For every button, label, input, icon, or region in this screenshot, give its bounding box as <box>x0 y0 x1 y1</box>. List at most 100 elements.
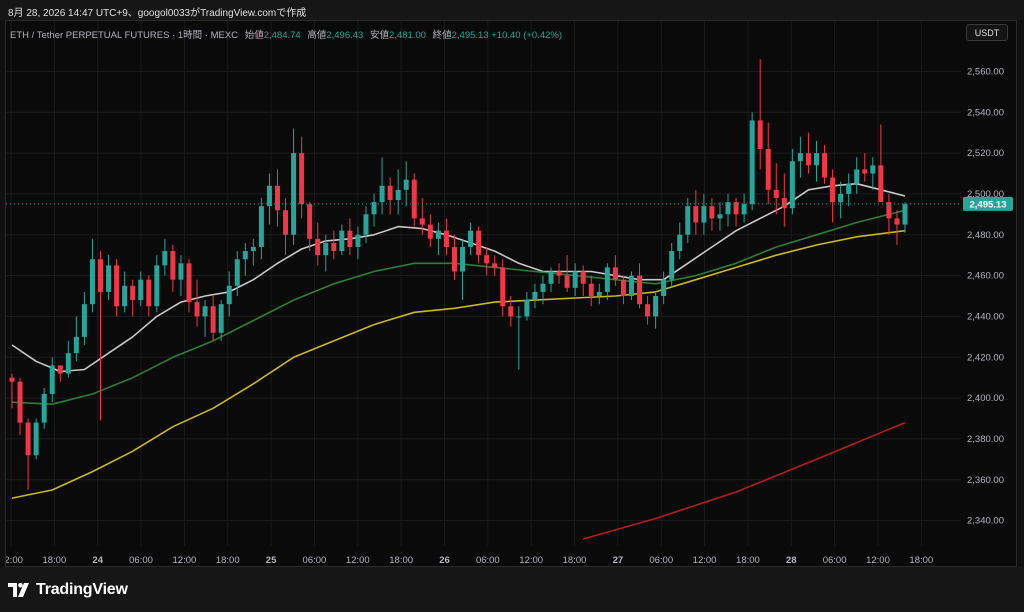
candle-body <box>17 381 23 423</box>
candle <box>733 198 739 227</box>
candle-body <box>830 177 836 203</box>
candle-body <box>556 271 562 276</box>
last-price-marker: 2,495.13 <box>6 196 1013 211</box>
candle-body <box>178 263 184 280</box>
tradingview-logo-text: TradingView <box>36 581 128 598</box>
candle <box>146 275 152 317</box>
symbol-legend: ETH / Tether PERPETUAL FUTURES · 1時間 · M… <box>10 27 562 41</box>
candle <box>363 206 369 243</box>
candle <box>202 300 208 337</box>
x-tick-label: 12:00 <box>519 555 543 566</box>
chart-frame[interactable]: 2,340.00 2,360.00 2,380.00 2,400.00 2,420.00… <box>5 20 1017 567</box>
x-tick-label: 06:00 <box>303 555 327 566</box>
footer-bar <box>0 567 1024 612</box>
symbol-name[interactable]: ETH / Tether PERPETUAL FUTURES · 1時間 · M… <box>10 30 238 41</box>
close-value: 2,495.13 <box>451 30 489 41</box>
candle-body <box>757 120 763 149</box>
candle <box>580 265 586 296</box>
candle-body <box>186 263 192 303</box>
candle-body <box>693 206 699 223</box>
candle <box>122 271 128 313</box>
candle <box>403 161 409 207</box>
x-tick-label: 06:00 <box>476 555 500 566</box>
candle <box>669 242 675 286</box>
candle-body <box>741 204 747 215</box>
x-tick-label: 26 <box>439 555 450 566</box>
candle-body <box>669 251 675 280</box>
candle <box>604 263 610 301</box>
candle-body <box>564 275 570 288</box>
candle <box>451 234 457 280</box>
candle-body <box>427 224 433 239</box>
candle-body <box>347 230 353 247</box>
candle-body <box>620 279 626 296</box>
candle <box>315 222 321 266</box>
x-tick-label: 12:00 <box>6 555 23 566</box>
candle-body <box>411 179 417 219</box>
candle <box>25 418 31 490</box>
candle <box>484 247 490 276</box>
candle-body <box>653 296 659 317</box>
candle <box>258 198 264 260</box>
candle-body <box>476 230 482 256</box>
candle-body <box>307 204 313 239</box>
candle <box>596 283 602 305</box>
candle-body <box>661 279 667 296</box>
candle-body <box>162 251 168 266</box>
candle <box>186 259 192 313</box>
candle-body <box>25 422 31 456</box>
time-axis: 12:00 18:00 24 06:00 12:00 18:00 25 06:00 12:00 1… <box>6 555 933 566</box>
low-value: 2,481.00 <box>388 30 426 41</box>
candle <box>427 214 433 247</box>
candle <box>339 224 345 256</box>
candle-body <box>154 265 160 307</box>
candle <box>524 291 530 321</box>
candle-body <box>194 302 200 317</box>
candle <box>106 255 112 301</box>
candle-body <box>403 179 409 190</box>
y-tick-label: 2,340.00 <box>967 516 1004 527</box>
candle <box>33 418 39 460</box>
candle-body <box>355 234 361 247</box>
candle-body <box>532 291 538 301</box>
tradingview-logo[interactable]: TradingView <box>8 581 128 599</box>
candles-layer <box>9 59 908 490</box>
high-label: 高値 <box>307 30 327 41</box>
candle-body <box>773 189 779 198</box>
candle <box>371 193 377 227</box>
close-label: 終値 <box>432 30 452 41</box>
y-tick-label: 2,420.00 <box>967 352 1004 363</box>
y-tick-label: 2,560.00 <box>967 66 1004 77</box>
x-tick-label: 06:00 <box>649 555 673 566</box>
change-value: +10.40 (+0.42%) <box>491 30 563 41</box>
candle-body <box>226 285 232 305</box>
candle-body <box>451 247 457 272</box>
candle-body <box>814 153 819 166</box>
candle <box>387 177 393 215</box>
candle-body <box>685 206 691 235</box>
candle <box>114 259 120 317</box>
x-tick-label: 18:00 <box>42 555 66 566</box>
y-tick-label: 2,360.00 <box>967 475 1004 486</box>
candle <box>789 149 795 215</box>
candle-body <box>701 206 707 223</box>
currency-button[interactable]: USDT <box>966 24 1008 41</box>
candle-body <box>886 202 892 219</box>
x-tick-label: 18:00 <box>389 555 413 566</box>
candle-body <box>210 306 216 333</box>
x-tick-label: 06:00 <box>823 555 847 566</box>
candle-body <box>363 214 369 235</box>
candle <box>773 163 779 215</box>
candle-body <box>114 265 120 307</box>
candle-body <box>274 185 280 211</box>
candle <box>645 296 651 325</box>
y-tick-label: 2,460.00 <box>967 271 1004 282</box>
open-label: 始値 <box>244 30 264 41</box>
price-chart[interactable]: 2,340.00 2,360.00 2,380.00 2,400.00 2,420.00… <box>6 21 1017 567</box>
candle <box>572 263 578 296</box>
candle-body <box>492 263 498 268</box>
candle <box>274 169 280 227</box>
candle-body <box>645 304 651 317</box>
candle <box>725 193 731 227</box>
candle <box>242 242 248 276</box>
